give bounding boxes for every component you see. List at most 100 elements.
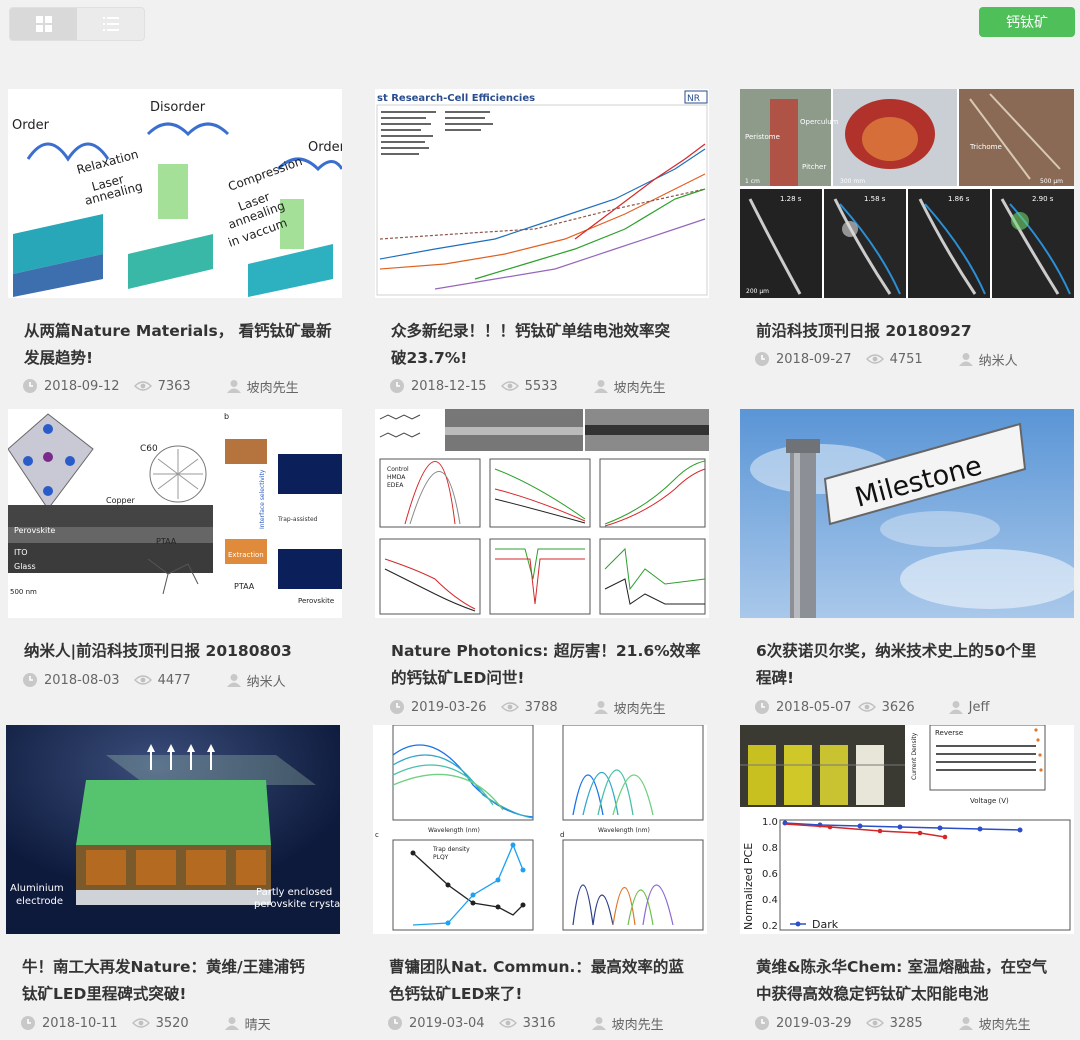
user-icon (958, 1017, 973, 1030)
article-title[interactable]: 黄维&陈永华Chem: 室温熔融盐，在空气 中获得高效稳定钙钛矿太阳能电池 (756, 954, 1066, 1008)
thumb-label: st Research-Cell Efficiencies (377, 93, 535, 104)
view-count: 7363 (157, 378, 191, 394)
thumb-label: 0.6 (762, 869, 778, 880)
thumb-label: Extraction (228, 551, 264, 559)
list-icon (102, 17, 119, 31)
eye-icon (865, 1018, 884, 1028)
eye-icon (500, 702, 519, 712)
article-meta: 2018-10-11 3520 晴天 (20, 1013, 271, 1033)
thumb-label: Operculum (800, 118, 839, 126)
article-author: Jeff (968, 699, 990, 715)
article-date: 2018-10-11 (42, 1015, 118, 1031)
article-thumbnail[interactable]: Order Disorder Order Relaxation Laser an… (8, 89, 342, 298)
article-author: 坡肉先生 (246, 380, 299, 396)
thumb-label: Trap density (432, 846, 470, 853)
article-title[interactable]: 纳米人|前沿科技顶刊日报 20180803 (24, 638, 334, 665)
thumb-label: 1.86 s (948, 195, 970, 203)
eye-icon (500, 381, 519, 391)
view-count: 3316 (522, 1015, 556, 1031)
view-count: 5533 (524, 378, 558, 394)
article-thumbnail[interactable]: C60 Copper Perovskite ITO Glass PTAA 500… (8, 409, 342, 618)
thumb-label: Dark (812, 918, 839, 931)
thumb-label: Perovskite (298, 597, 334, 605)
article-title[interactable]: Nature Photonics: 超厉害！21.6%效率 的钙钛矿LED问世! (391, 638, 701, 692)
article-thumbnail[interactable]: Control HMDA EDEA (375, 409, 709, 618)
thumb-label: PTAA (156, 537, 177, 546)
thumb-label: 2.90 s (1032, 195, 1054, 203)
article-thumbnail[interactable]: Milestone (740, 409, 1074, 618)
thumb-label: Reverse (935, 729, 963, 737)
article-title[interactable]: 6次获诺贝尔奖，纳米技术史上的50个里 程碑! (756, 638, 1066, 692)
thumb-label: 1.58 s (864, 195, 886, 203)
grid-view-button[interactable] (10, 8, 77, 40)
thumb-label: Voltage (V) (970, 797, 1009, 805)
article-date: 2018-05-07 (776, 699, 852, 715)
eye-icon (857, 702, 876, 712)
list-view-button[interactable] (77, 8, 144, 40)
thumb-label: 500 μm (1040, 178, 1063, 185)
article-date: 2018-12-15 (411, 378, 487, 394)
thumb-label: 0.2 (762, 921, 778, 932)
eye-icon (133, 381, 152, 391)
view-count: 3788 (524, 699, 558, 715)
thumb-label: Aluminium (10, 883, 64, 894)
eye-icon (498, 1018, 517, 1028)
view-count: 4477 (157, 672, 191, 688)
eye-icon (133, 675, 152, 685)
thumb-label: Interface selectivity (259, 469, 266, 529)
clock-icon (755, 352, 769, 366)
thumb-label: c (375, 831, 379, 839)
article-author: 坡肉先生 (978, 1017, 1031, 1033)
article-title[interactable]: 从两篇Nature Materials， 看钙钛矿最新 发展趋势! (24, 318, 334, 372)
user-icon (593, 701, 608, 714)
article-meta: 2018-09-12 7363 坡肉先生 (22, 376, 299, 396)
top-toolbar: 钙钛矿 (0, 0, 1080, 46)
article-thumbnail[interactable]: Aluminium electrode Partly enclosed pero… (6, 725, 340, 934)
thumb-label: Control (387, 466, 409, 473)
thumb-label: EDEA (387, 482, 404, 489)
thumb-label: b (224, 412, 229, 421)
clock-icon (755, 1016, 769, 1030)
article-author: 晴天 (244, 1017, 271, 1033)
article-date: 2018-09-12 (44, 378, 120, 394)
view-count: 3520 (155, 1015, 189, 1031)
thumb-label: 1.0 (762, 817, 778, 828)
thumb-label: Peristome (745, 133, 780, 141)
thumb-label: Wavelength (nm) (428, 827, 480, 834)
thumb-label: Disorder (150, 100, 206, 115)
article-thumbnail[interactable]: st Research-Cell Efficiencies NR (375, 89, 709, 298)
article-title[interactable]: 牛！南工大再发Nature：黄维/王建浦钙 钛矿LED里程碑式突破! (22, 954, 332, 1008)
thumb-label: Glass (14, 562, 36, 571)
thumb-label: Copper (106, 496, 136, 505)
thumb-label: 200 μm (746, 288, 769, 295)
article-title[interactable]: 众多新纪录！！！钙钛矿单结电池效率突 破23.7%! (391, 318, 701, 372)
thumb-label: d (560, 831, 564, 839)
thumb-label: HMDA (387, 474, 406, 481)
thumb-label: 500 nm (10, 588, 37, 596)
thumb-label: Trichome (969, 143, 1002, 151)
eye-icon (131, 1018, 150, 1028)
article-author: 纳米人 (246, 674, 286, 690)
article-meta: 2018-12-15 5533 坡肉先生 (389, 376, 666, 396)
eye-icon (865, 354, 884, 364)
thumb-label: 300 mm (840, 178, 865, 185)
article-date: 2018-09-27 (776, 351, 852, 367)
article-date: 2018-08-03 (44, 672, 120, 688)
article-meta: 2018-05-07 3626 Jeff (754, 697, 989, 717)
thumb-label: C60 (140, 444, 158, 454)
article-title[interactable]: 前沿科技顶刊日报 20180927 (756, 318, 1066, 345)
article-thumbnail[interactable]: Reverse Current Density Voltage (V) Norm… (740, 725, 1074, 934)
thumb-label: 0.4 (762, 895, 778, 906)
view-toggle (9, 7, 145, 41)
article-thumbnail[interactable]: Peristome Operculum Pitcher Trichome 1 c… (740, 89, 1074, 298)
article-author: 坡肉先生 (613, 701, 666, 717)
article-meta: 2019-03-26 3788 坡肉先生 (389, 697, 666, 717)
thumb-label: Order (308, 140, 342, 155)
thumb-label: Trap-assisted (277, 516, 318, 523)
article-title[interactable]: 曹镛团队Nat. Commun.：最高效率的蓝 色钙钛矿LED来了! (389, 954, 699, 1008)
article-meta: 2019-03-04 3316 坡肉先生 (387, 1013, 664, 1033)
article-thumbnail[interactable]: Wavelength (nm) Wavelength (nm) c d Trap… (373, 725, 707, 934)
view-count: 4751 (889, 351, 923, 367)
tag-filter-button[interactable]: 钙钛矿 (979, 7, 1075, 37)
thumb-label: 0.8 (762, 843, 778, 854)
